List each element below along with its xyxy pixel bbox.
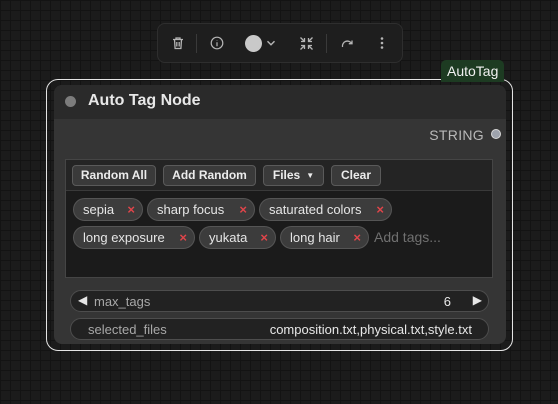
info-icon [210, 36, 224, 50]
remove-tag-icon[interactable]: × [376, 199, 384, 220]
max-tags-value[interactable]: 6 [444, 294, 451, 309]
redo-icon [341, 39, 353, 47]
color-picker-button[interactable] [242, 24, 278, 62]
more-options-button[interactable] [371, 24, 393, 62]
tag-editor: Random All Add Random Files ▼ Clear sepia… [65, 159, 493, 278]
max-tags-label: max_tags [94, 294, 151, 309]
tag-chip[interactable]: long exposure × [73, 226, 195, 249]
tag-label: long exposure [83, 230, 165, 245]
delete-button[interactable] [167, 24, 189, 62]
decrement-arrow-icon[interactable]: ◀ [78, 293, 87, 307]
collapse-toggle-icon[interactable] [65, 96, 76, 107]
node-toolbar [157, 23, 403, 63]
color-picker-icon [244, 34, 262, 52]
node-type-badge: AutoTag [441, 60, 505, 82]
more-options-icon [380, 37, 384, 49]
toolbar-separator [326, 34, 327, 53]
output-slot-icon[interactable] [491, 129, 501, 139]
tag-label: sharp focus [157, 202, 225, 217]
collapse-button[interactable] [295, 24, 317, 62]
tag-chip[interactable]: yukata × [199, 226, 276, 249]
redo-button[interactable] [336, 24, 358, 62]
tag-chip[interactable]: saturated colors × [259, 198, 392, 221]
tag-chip[interactable]: sharp focus × [147, 198, 255, 221]
tag-label: yukata [209, 230, 248, 245]
info-button[interactable] [206, 24, 228, 62]
remove-tag-icon[interactable]: × [260, 227, 268, 248]
random-all-button[interactable]: Random All [72, 165, 156, 186]
tag-chip[interactable]: long hair × [280, 226, 369, 249]
remove-tag-icon[interactable]: × [127, 199, 135, 220]
increment-arrow-icon[interactable]: ▶ [473, 293, 482, 307]
trash-icon [173, 37, 183, 50]
tag-label: saturated colors [269, 202, 362, 217]
tag-label: long hair [290, 230, 340, 245]
remove-tag-icon[interactable]: × [179, 227, 187, 248]
files-dropdown-button[interactable]: Files ▼ [263, 165, 324, 186]
selected-files-value[interactable]: composition.txt,physical.txt,style.txt [270, 322, 472, 337]
add-random-button[interactable]: Add Random [163, 165, 256, 186]
add-tags-input[interactable] [374, 226, 484, 248]
tag-chip[interactable]: sepia × [73, 198, 143, 221]
output-label: STRING [429, 127, 484, 143]
node-title: Auto Tag Node [88, 92, 201, 109]
chevron-down-icon [266, 40, 275, 46]
tag-editor-toolbar: Random All Add Random Files ▼ Clear [66, 160, 492, 191]
selected-files-label: selected_files [88, 322, 167, 337]
max-tags-widget[interactable]: ◀ max_tags 6 ▶ [70, 290, 489, 312]
files-button-label: Files [272, 168, 301, 182]
remove-tag-icon[interactable]: × [353, 227, 361, 248]
selected-files-widget[interactable]: selected_files composition.txt,physical.… [70, 318, 489, 340]
node-header[interactable]: Auto Tag Node [54, 85, 506, 119]
auto-tag-node[interactable]: Auto Tag Node STRING Random All Add Rand… [54, 85, 506, 344]
tag-label: sepia [83, 202, 115, 217]
clear-button[interactable]: Clear [331, 165, 381, 186]
remove-tag-icon[interactable]: × [239, 199, 247, 220]
collapse-icon [299, 36, 313, 50]
toolbar-separator [196, 34, 197, 53]
caret-down-icon: ▼ [306, 171, 315, 180]
